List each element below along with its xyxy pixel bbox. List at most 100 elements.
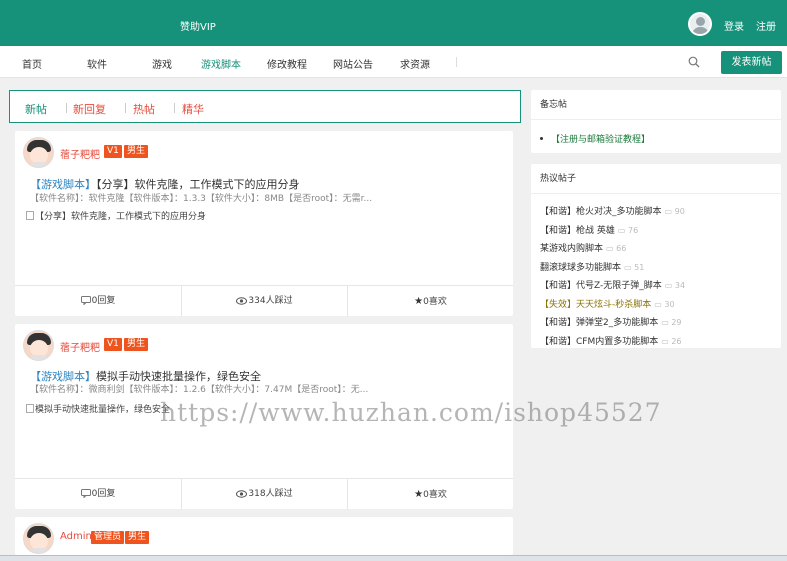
- hot-post-item[interactable]: 【和谐】枪战 英雄 ▭ 76: [540, 223, 638, 236]
- reply-button[interactable]: 0回复: [15, 286, 181, 317]
- nav-item-announcements[interactable]: 网站公告: [333, 56, 373, 71]
- like-button[interactable]: ★0喜欢: [347, 479, 513, 510]
- tab-hot-posts[interactable]: 热帖: [133, 101, 155, 117]
- reply-button[interactable]: 0回复: [15, 479, 181, 510]
- post-author[interactable]: Admin: [60, 531, 92, 542]
- filter-tabs: 新帖 新回复 热帖 精华: [9, 90, 521, 123]
- bullet-icon: [540, 137, 543, 140]
- hot-post-item[interactable]: 【和谐】CFM内置多功能脚本 ▭ 26: [540, 334, 682, 347]
- star-icon: ★: [414, 489, 424, 500]
- tab-new-replies[interactable]: 新回复: [73, 101, 106, 117]
- comment-icon: [80, 296, 91, 305]
- top-bar: 赞助VIP 登录 注册: [0, 0, 787, 46]
- views-button[interactable]: 334人踩过: [181, 286, 347, 317]
- avatar[interactable]: [23, 523, 54, 554]
- post-meta: 【软件名称】：微商利剑【软件版本】：1.2.6【软件大小】：7.47M【是否ro…: [30, 385, 369, 395]
- tab-divider: [125, 103, 126, 113]
- nav-item-tutorials[interactable]: 修改教程: [267, 56, 307, 71]
- nav-divider: [456, 57, 457, 67]
- avatar[interactable]: [23, 330, 54, 361]
- hot-post-item[interactable]: 翻滚球球多功能脚本 ▭ 51: [540, 260, 644, 273]
- post-title[interactable]: 【游戏脚本】【分享】软件克隆，工作模式下的应用分身: [30, 176, 300, 192]
- register-link[interactable]: 注册: [756, 18, 776, 33]
- nav-item-game-scripts[interactable]: 游戏脚本: [201, 56, 241, 71]
- comment-count: ▭ 66: [606, 244, 627, 253]
- eye-icon: [236, 297, 248, 305]
- hot-post-item[interactable]: 【和谐】枪火对决_多功能脚本 ▭ 90: [540, 204, 685, 217]
- publish-post-button[interactable]: 发表新帖: [721, 51, 782, 74]
- tab-featured[interactable]: 精华: [182, 101, 204, 117]
- main-nav: 首页 软件 游戏 游戏脚本 修改教程 网站公告 求资源 发表新帖: [0, 46, 787, 78]
- view-count: 318人踩过: [248, 489, 293, 499]
- post-category-tag[interactable]: 【游戏脚本】: [30, 178, 96, 191]
- post-card: Admin 管理员 男生: [15, 517, 513, 555]
- comment-icon: [80, 489, 91, 498]
- hot-post-item[interactable]: 【和谐】弹弹堂2_多功能脚本 ▭ 29: [540, 315, 682, 328]
- level-badge: V1: [104, 338, 122, 351]
- hot-post-title[interactable]: 某游戏内购脚本: [540, 244, 603, 254]
- search-icon[interactable]: [688, 56, 700, 68]
- taskbar: [0, 555, 787, 561]
- view-count: 334人踩过: [248, 296, 293, 306]
- gender-badge: 男生: [125, 531, 150, 544]
- tab-divider: [174, 103, 175, 113]
- hot-post-title[interactable]: 【和谐】枪战 英雄: [540, 226, 615, 236]
- post-image[interactable]: 【分享】软件克隆，工作模式下的应用分身: [26, 209, 206, 222]
- like-count: 0喜欢: [423, 490, 447, 500]
- comment-count: ▭ 30: [654, 299, 675, 309]
- post-image-alt: 模拟手动快速批量操作，绿色安全: [35, 405, 171, 415]
- reply-count: 0回复: [91, 489, 116, 499]
- post-title-text[interactable]: 【分享】软件克隆，工作模式下的应用分身: [96, 178, 300, 191]
- like-count: 0喜欢: [423, 297, 447, 307]
- memo-title: 备忘帖: [531, 90, 781, 120]
- tab-divider: [66, 103, 67, 113]
- tab-new-posts[interactable]: 新帖: [25, 101, 47, 117]
- avatar[interactable]: [23, 137, 54, 168]
- user-avatar-icon[interactable]: [688, 12, 712, 36]
- comment-count: ▭ 34: [664, 281, 686, 290]
- comment-count: ▭ 29: [661, 318, 682, 327]
- nav-item-software[interactable]: 软件: [87, 56, 107, 71]
- post-author[interactable]: 蓿子粑粑: [60, 339, 100, 354]
- login-link[interactable]: 登录: [724, 18, 744, 33]
- hot-posts-title: 热议帖子: [531, 164, 781, 194]
- post-image-alt: 【分享】软件克隆，工作模式下的应用分身: [35, 212, 207, 222]
- hot-post-title[interactable]: 【和谐】枪火对决_多功能脚本: [540, 207, 662, 217]
- watermark: https://www.huzhan.com/ishop45527: [160, 398, 662, 427]
- nav-item-games[interactable]: 游戏: [152, 56, 172, 71]
- comment-count: ▭ 76: [617, 225, 639, 235]
- memo-panel: 备忘帖 【注册与邮箱验证教程】: [531, 90, 781, 153]
- hot-post-title[interactable]: 【失效】天天炫斗-秒杀脚本: [540, 300, 651, 310]
- post-meta: 【软件名称】：软件克隆【软件版本】：1.3.3【软件大小】：8MB【是否root…: [30, 194, 373, 204]
- broken-image-icon: [26, 211, 34, 220]
- post-image[interactable]: 模拟手动快速批量操作，绿色安全: [26, 402, 170, 415]
- post-actions: 0回复 318人踩过 ★0喜欢: [15, 478, 513, 510]
- gender-badge: 男生: [124, 145, 149, 158]
- hot-post-title[interactable]: 翻滚球球多功能脚本: [540, 263, 621, 273]
- memo-item[interactable]: 【注册与邮箱验证教程】: [540, 132, 650, 145]
- post-actions: 0回复 334人踩过 ★0喜欢: [15, 285, 513, 317]
- post-card: 蓿子粑粑 V1 男生 【游戏脚本】【分享】软件克隆，工作模式下的应用分身 【软件…: [15, 131, 513, 317]
- hot-posts-panel: 热议帖子 【和谐】枪火对决_多功能脚本 ▭ 90 【和谐】枪战 英雄 ▭ 76 某游戏内…: [531, 164, 781, 348]
- nav-item-home[interactable]: 首页: [22, 56, 42, 71]
- post-author[interactable]: 蓿子粑粑: [60, 146, 100, 161]
- eye-icon: [236, 490, 248, 498]
- star-icon: ★: [414, 296, 424, 307]
- hot-post-title[interactable]: 【和谐】CFM内置多功能脚本: [540, 337, 658, 347]
- like-button[interactable]: ★0喜欢: [347, 286, 513, 317]
- vip-link[interactable]: 赞助VIP: [180, 18, 216, 33]
- hot-post-title[interactable]: 【和谐】弹弹堂2_多功能脚本: [540, 318, 658, 328]
- hot-post-title[interactable]: 【和谐】代号Z-无限子弹_脚本: [540, 281, 662, 291]
- level-badge: V1: [104, 145, 122, 158]
- hot-post-item[interactable]: 【和谐】代号Z-无限子弹_脚本 ▭ 34: [540, 278, 685, 291]
- views-button[interactable]: 318人踩过: [181, 479, 347, 510]
- memo-item-link[interactable]: 【注册与邮箱验证教程】: [551, 135, 650, 145]
- hot-post-item[interactable]: 【失效】天天炫斗-秒杀脚本 ▭ 30: [540, 297, 675, 310]
- reply-count: 0回复: [91, 296, 116, 306]
- gender-badge: 男生: [124, 338, 149, 351]
- nav-item-requests[interactable]: 求资源: [400, 56, 430, 71]
- broken-image-icon: [26, 404, 34, 413]
- comment-count: ▭ 26: [661, 336, 682, 346]
- comment-count: ▭ 51: [624, 262, 645, 272]
- hot-post-item[interactable]: 某游戏内购脚本 ▭ 66: [540, 241, 626, 254]
